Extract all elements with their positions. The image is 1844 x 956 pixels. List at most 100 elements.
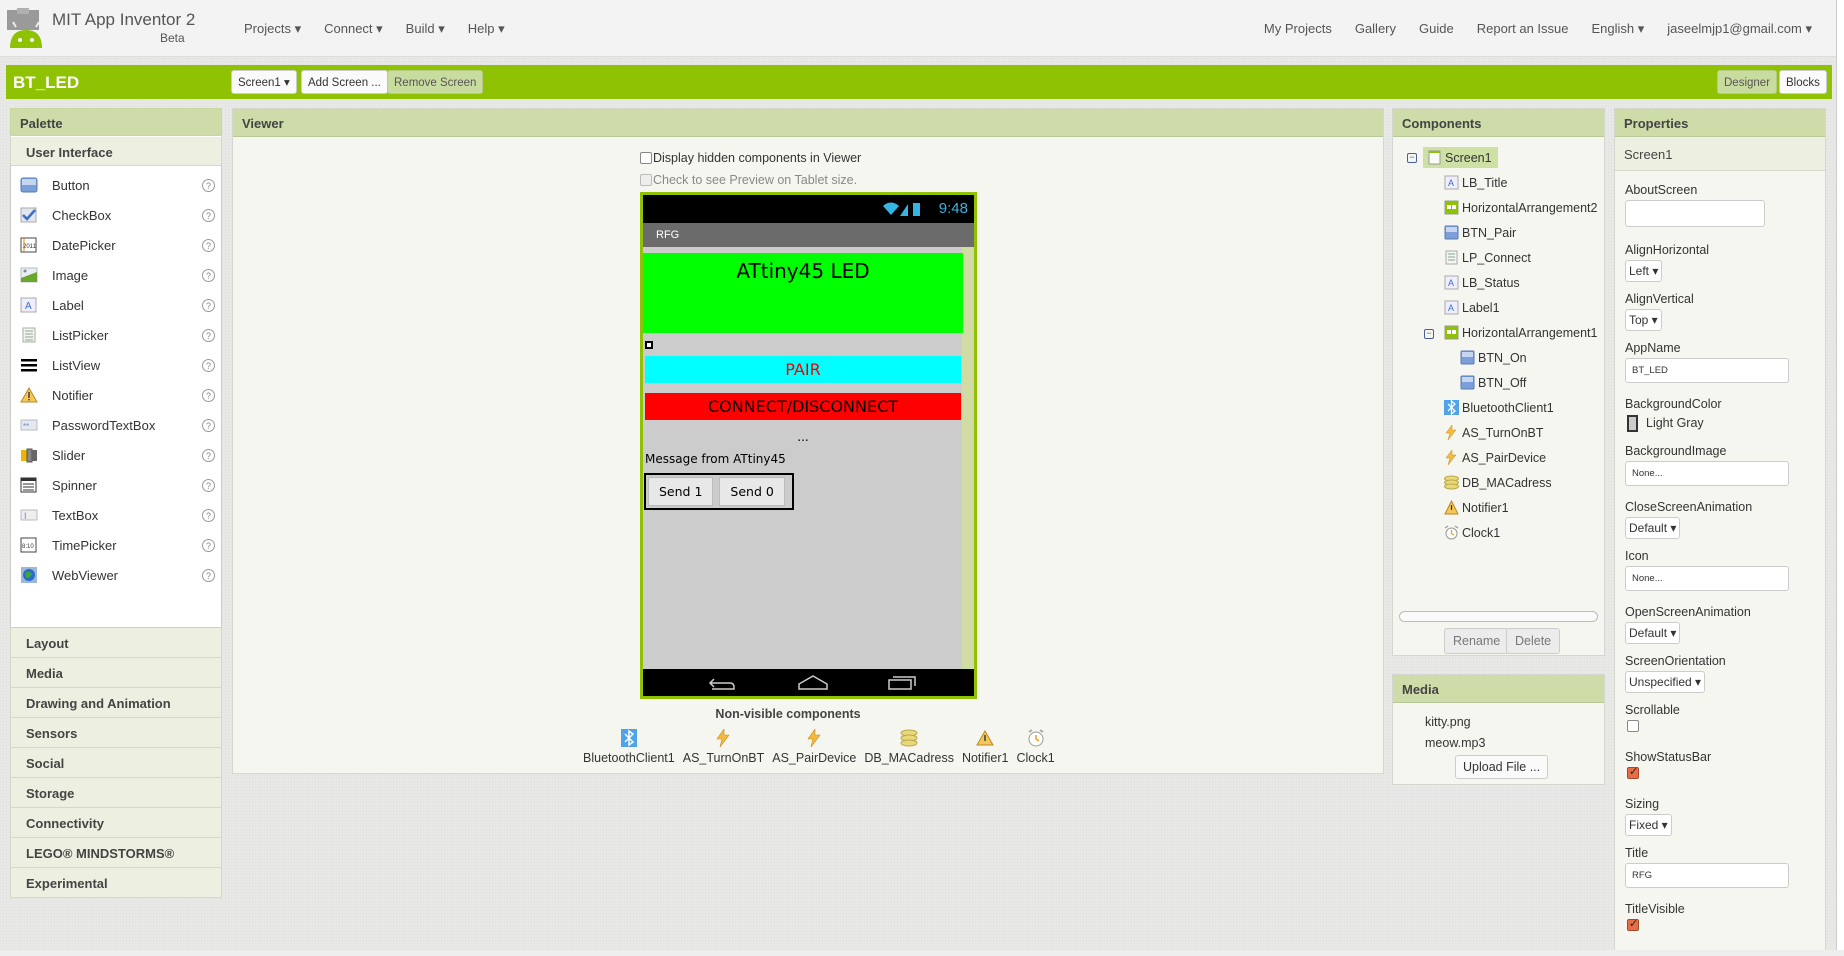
icon-picker[interactable]: None... <box>1625 566 1789 591</box>
account-dropdown[interactable]: jaseelmjp1@gmail.com ▾ <box>1667 21 1812 37</box>
language-dropdown[interactable]: English ▾ <box>1592 21 1645 37</box>
tree-item-as-pairdevice[interactable]: AS_PairDevice <box>1393 445 1604 470</box>
help-icon[interactable]: ? <box>202 388 215 402</box>
help-icon[interactable]: ? <box>202 448 215 462</box>
palette-item-webviewer[interactable]: WebViewer ? <box>11 560 221 590</box>
help-icon[interactable]: ? <box>202 538 215 552</box>
sizing-dropdown[interactable]: Fixed ▾ <box>1625 814 1672 836</box>
page-vertical-scrollbar[interactable] <box>1836 0 1844 950</box>
checkbox[interactable] <box>640 174 652 186</box>
help-icon[interactable]: ? <box>202 418 215 432</box>
help-icon[interactable]: ? <box>202 568 215 582</box>
help-icon[interactable]: ? <box>202 478 215 492</box>
tree-item-btn-on[interactable]: BTN_On <box>1393 345 1604 370</box>
menu-connect[interactable]: Connect ▾ <box>324 21 383 37</box>
help-icon[interactable]: ? <box>202 358 215 372</box>
menu-build[interactable]: Build ▾ <box>406 21 445 37</box>
help-icon[interactable]: ? <box>202 328 215 342</box>
tree-item-horizontalarrangement1[interactable]: HorizontalArrangement1 <box>1393 320 1604 345</box>
tree-item-btn-pair[interactable]: BTN_Pair <box>1393 220 1604 245</box>
palette-category-experimental[interactable]: Experimental <box>10 868 222 898</box>
showstatusbar-checkbox[interactable] <box>1627 765 1639 779</box>
menu-projects[interactable]: Projects ▾ <box>244 21 301 37</box>
alignhorizontal-dropdown[interactable]: Left ▾ <box>1625 260 1663 282</box>
palette-item-checkbox[interactable]: CheckBox ? <box>11 200 221 230</box>
titlevisible-checkbox[interactable] <box>1627 917 1639 931</box>
palette-item-listpicker[interactable]: ListPicker ? <box>11 320 221 350</box>
rename-button[interactable]: Rename <box>1444 628 1510 654</box>
lb-status[interactable]: ... <box>643 430 963 444</box>
palette-category-lego[interactable]: LEGO® MINDSTORMS® <box>10 838 222 868</box>
backgroundimage-picker[interactable]: None... <box>1625 461 1789 486</box>
lp-connect[interactable]: CONNECT/DISCONNECT <box>645 393 961 420</box>
display-hidden-checkbox[interactable]: Display hidden components in Viewer <box>640 151 861 165</box>
palette-item-textbox[interactable]: I TextBox ? <box>11 500 221 530</box>
menu-help[interactable]: Help ▾ <box>468 21 505 37</box>
palette-item-notifier[interactable]: Notifier ? <box>11 380 221 410</box>
palette-item-datepicker[interactable]: 2011 DatePicker ? <box>11 230 221 260</box>
btn-pair[interactable]: PAIR <box>645 356 961 383</box>
tree-item-lp-connect[interactable]: LP_Connect <box>1393 245 1604 270</box>
nonvisible-bluetoothclient1[interactable]: BluetoothClient1 <box>583 729 675 765</box>
media-file-meow[interactable]: meow.mp3 <box>1425 736 1485 750</box>
tree-item-as-turnonbt[interactable]: AS_TurnOnBT <box>1393 420 1604 445</box>
palette-category-sensors[interactable]: Sensors <box>10 718 222 748</box>
link-my-projects[interactable]: My Projects <box>1264 21 1332 37</box>
remove-screen-button[interactable]: Remove Screen <box>387 70 484 94</box>
tree-item-btn-off[interactable]: BTN_Off <box>1393 370 1604 395</box>
tree-item-lb-status[interactable]: A LB_Status <box>1393 270 1604 295</box>
nonvisible-as-pairdevice[interactable]: AS_PairDevice <box>772 729 856 765</box>
backgroundcolor-picker[interactable]: Light Gray <box>1625 415 1704 433</box>
tree-item-lb-title[interactable]: A LB_Title <box>1393 170 1604 195</box>
link-report-issue[interactable]: Report an Issue <box>1477 21 1569 37</box>
delete-button[interactable]: Delete <box>1506 628 1561 654</box>
palette-item-spinner[interactable]: Spinner ? <box>11 470 221 500</box>
btn-off[interactable]: Send 0 <box>719 477 785 506</box>
openscreenanimation-dropdown[interactable]: Default ▾ <box>1625 622 1681 644</box>
alignvertical-dropdown[interactable]: Top ▾ <box>1625 309 1662 331</box>
palette-item-slider[interactable]: Slider ? <box>11 440 221 470</box>
palette-item-timepicker[interactable]: 8:10 TimePicker ? <box>11 530 221 560</box>
palette-category-social[interactable]: Social <box>10 748 222 778</box>
help-icon[interactable]: ? <box>202 208 215 222</box>
palette-item-button[interactable]: Button ? <box>11 170 221 200</box>
designer-button[interactable]: Designer <box>1717 70 1778 94</box>
palette-category-layout[interactable]: Layout <box>10 628 222 658</box>
tree-item-clock1[interactable]: Clock1 <box>1393 520 1604 545</box>
lb-title[interactable]: ATtiny45 LED <box>643 253 963 333</box>
appname-input[interactable]: BT_LED <box>1625 358 1789 383</box>
upload-file-button[interactable]: Upload File ... <box>1455 755 1549 779</box>
tree-item-notifier1[interactable]: Notifier1 <box>1393 495 1604 520</box>
btn-on[interactable]: Send 1 <box>648 477 714 506</box>
tablet-preview-checkbox[interactable]: Check to see Preview on Tablet size. <box>640 173 857 187</box>
link-gallery[interactable]: Gallery <box>1355 21 1396 37</box>
tree-item-bluetoothclient1[interactable]: BluetoothClient1 <box>1393 395 1604 420</box>
nonvisible-db-macadress[interactable]: DB_MACadress <box>864 729 954 765</box>
blocks-button[interactable]: Blocks <box>1779 70 1827 94</box>
nonvisible-notifier1[interactable]: Notifier1 <box>962 729 1009 765</box>
palette-category-user-interface[interactable]: User Interface <box>10 136 222 166</box>
help-icon[interactable]: ? <box>202 178 215 192</box>
checkbox[interactable] <box>640 152 652 164</box>
tree-item-label1[interactable]: A Label1 <box>1393 295 1604 320</box>
nonvisible-as-turnonbt[interactable]: AS_TurnOnBT <box>683 729 764 765</box>
horizontal-arrangement2[interactable] <box>645 341 653 349</box>
scrollable-checkbox[interactable] <box>1627 720 1639 732</box>
tree-item-horizontalarrangement2[interactable]: HorizontalArrangement2 <box>1393 195 1604 220</box>
help-icon[interactable]: ? <box>202 298 215 312</box>
help-icon[interactable]: ? <box>202 508 215 522</box>
palette-category-connectivity[interactable]: Connectivity <box>10 808 222 838</box>
palette-category-drawing-animation[interactable]: Drawing and Animation <box>10 688 222 718</box>
label1[interactable]: Message from ATtiny45 <box>645 452 786 466</box>
palette-item-listview[interactable]: ListView ? <box>11 350 221 380</box>
aboutscreen-textarea[interactable] <box>1625 200 1765 227</box>
horizontal-arrangement1[interactable]: Send 1 Send 0 <box>644 473 794 510</box>
title-input[interactable]: RFG <box>1625 863 1789 888</box>
closescreenanimation-dropdown[interactable]: Default ▾ <box>1625 517 1681 539</box>
palette-category-storage[interactable]: Storage <box>10 778 222 808</box>
add-screen-button[interactable]: Add Screen ... <box>301 70 388 94</box>
tree-item-db-macadress[interactable]: DB_MACadress <box>1393 470 1604 495</box>
media-file-kitty[interactable]: kitty.png <box>1425 715 1471 729</box>
app-inventor-logo[interactable] <box>7 8 45 48</box>
help-icon[interactable]: ? <box>202 238 215 252</box>
